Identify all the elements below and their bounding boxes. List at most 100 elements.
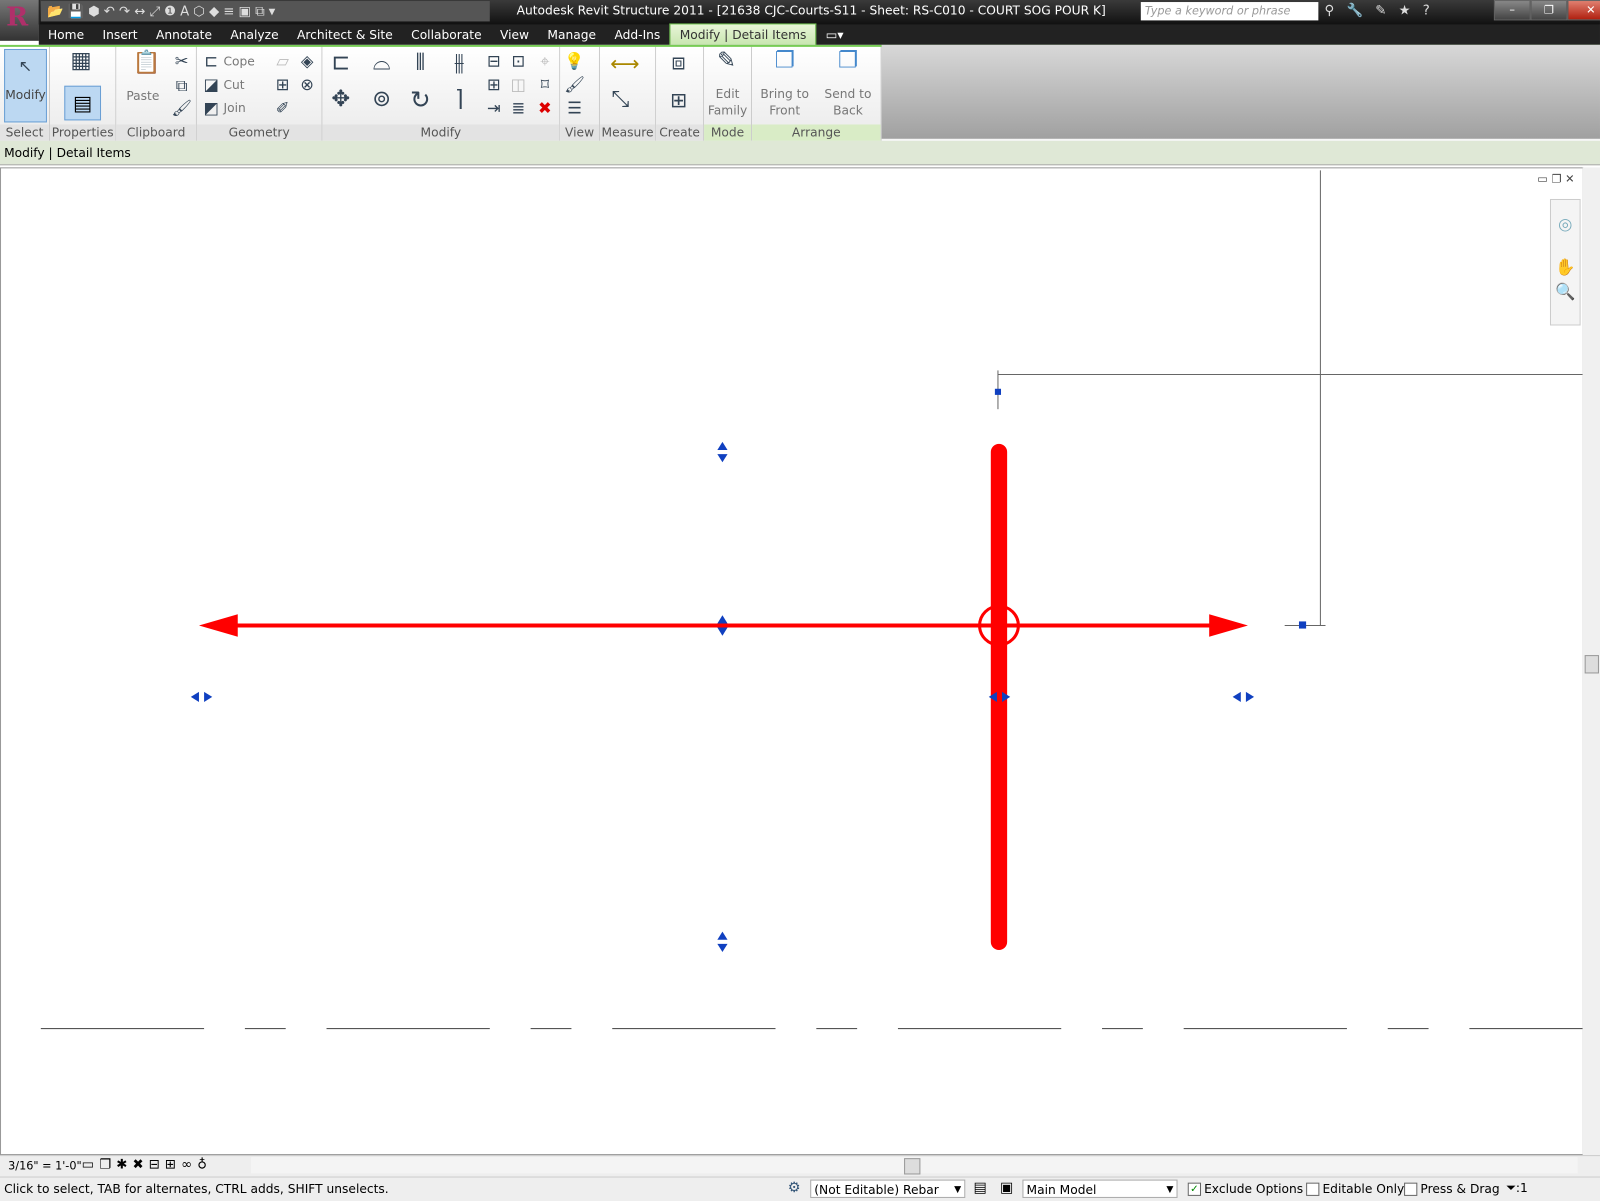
- scale-icon[interactable]: ◫: [508, 74, 528, 94]
- binoculars-icon[interactable]: ⚲: [1324, 3, 1334, 18]
- tab-manage[interactable]: Manage: [538, 24, 605, 44]
- workset-icon[interactable]: ⚙: [788, 1180, 801, 1196]
- favorites-icon[interactable]: ★: [1399, 3, 1411, 18]
- restore-button[interactable]: ❐: [1530, 0, 1568, 21]
- save-icon[interactable]: 💾: [68, 4, 85, 19]
- tab-collaborate[interactable]: Collaborate: [402, 24, 491, 44]
- split-gap-icon[interactable]: ⊡: [508, 51, 528, 71]
- horizontal-scrollbar[interactable]: [251, 1157, 1578, 1175]
- move-icon[interactable]: ✥: [331, 88, 351, 110]
- demolish-icon[interactable]: ⊗: [297, 74, 317, 94]
- text-icon[interactable]: A: [180, 4, 189, 19]
- redo-icon[interactable]: ↷: [119, 4, 130, 19]
- scroll-thumb[interactable]: [1584, 655, 1599, 674]
- modify-button[interactable]: ↖ Modify: [4, 48, 47, 123]
- worksets-icon[interactable]: ▤: [973, 1180, 987, 1196]
- switch-windows-icon[interactable]: ⧉: [255, 4, 264, 19]
- override-graphics-icon[interactable]: 🖌: [564, 74, 585, 94]
- measure-icon[interactable]: ↔: [134, 4, 145, 19]
- sync-icon[interactable]: ⬢: [88, 4, 100, 19]
- help-icon[interactable]: ?: [1423, 3, 1430, 18]
- trim-extend-icon[interactable]: ⌉: [449, 88, 469, 110]
- view-control-icons[interactable]: ▭❒✱✖⊟⊞∞♁: [82, 1157, 212, 1172]
- search-input[interactable]: Type a keyword or phrase: [1140, 2, 1319, 21]
- dimension-icon[interactable]: ⤢: [149, 4, 160, 19]
- create-similar-icon[interactable]: ⧈: [668, 52, 688, 74]
- exclude-options-checkbox[interactable]: ✓ Exclude Options: [1187, 1182, 1303, 1196]
- mirror-draw-axis-icon[interactable]: ⫵: [449, 52, 469, 74]
- split-icon[interactable]: ⊟: [484, 51, 504, 71]
- steering-wheel-icon[interactable]: ◎: [1555, 214, 1575, 234]
- minimize-button[interactable]: –: [1493, 0, 1531, 21]
- design-options-icon[interactable]: ▣: [1000, 1180, 1014, 1196]
- editable-only-checkbox[interactable]: Editable Only: [1306, 1182, 1404, 1196]
- align-icon[interactable]: ⊏: [331, 52, 351, 74]
- close-hidden-icon[interactable]: ▣: [238, 4, 251, 19]
- type-selector[interactable]: (Not Editable) Rebar ▼: [810, 1179, 966, 1198]
- tag-icon[interactable]: ❶: [164, 4, 176, 19]
- join-button[interactable]: Join: [223, 101, 245, 115]
- press-drag-checkbox[interactable]: Press & Drag: [1404, 1182, 1500, 1196]
- application-menu-button[interactable]: R: [0, 0, 40, 41]
- properties-icon[interactable]: ▤: [64, 85, 102, 121]
- split-face-icon[interactable]: ◈: [297, 51, 317, 71]
- thin-lines-icon[interactable]: ≡: [223, 4, 234, 19]
- cut-icon[interactable]: ✂: [171, 51, 191, 71]
- communication-icon[interactable]: ✎: [1375, 3, 1386, 18]
- send-to-back-button[interactable]: ❐ Send to Back: [817, 47, 878, 123]
- cope-button[interactable]: Cope: [223, 54, 254, 68]
- copy-icon[interactable]: ⧉: [171, 76, 191, 96]
- undo-icon[interactable]: ↶: [104, 4, 115, 19]
- type-properties-icon[interactable]: ▦: [70, 49, 91, 71]
- offset-icon[interactable]: ⌓: [371, 52, 391, 74]
- section-icon[interactable]: ◆: [209, 4, 219, 19]
- unpin-icon[interactable]: ⌖: [535, 51, 555, 71]
- scroll-thumb[interactable]: [904, 1158, 921, 1175]
- zoom-icon[interactable]: 🔍: [1555, 282, 1575, 302]
- edit-family-button[interactable]: ✎ Edit Family: [704, 47, 751, 123]
- drawing-canvas[interactable]: ▭ ❐ ✕ ◎ ✋ 🔍: [0, 167, 1584, 1156]
- rotate-icon[interactable]: ↻: [410, 88, 431, 112]
- design-option-selector[interactable]: Main Model ▼: [1022, 1179, 1178, 1198]
- grip-square: [994, 388, 1002, 395]
- copy-element-icon[interactable]: ⊚: [371, 88, 391, 110]
- close-button[interactable]: ✕: [1567, 0, 1600, 21]
- paint-icon[interactable]: ✐: [272, 98, 292, 118]
- 3d-view-icon[interactable]: ⬡: [193, 4, 205, 19]
- trim-multiple-icon[interactable]: ≣: [508, 98, 528, 118]
- view-window-controls[interactable]: ▭ ❐ ✕: [1537, 172, 1574, 185]
- paste-icon[interactable]: 📋: [133, 52, 161, 74]
- paste-button[interactable]: Paste: [122, 88, 163, 104]
- match-properties-icon[interactable]: 🖌: [171, 98, 192, 118]
- linework-icon[interactable]: ☰: [564, 98, 584, 118]
- tab-insert[interactable]: Insert: [93, 24, 146, 44]
- delete-icon[interactable]: ✖: [535, 98, 555, 118]
- wall-joins-icon[interactable]: ▱: [272, 51, 292, 71]
- filter-button[interactable]: ⏷:1: [1506, 1181, 1528, 1196]
- array-icon[interactable]: ⊞: [484, 74, 504, 94]
- beam-join-icon[interactable]: ⊞: [272, 74, 292, 94]
- customize-icon[interactable]: ▾: [269, 4, 276, 19]
- tab-add-ins[interactable]: Add-Ins: [605, 24, 669, 44]
- view-scale[interactable]: 3/16" = 1'-0": [8, 1159, 82, 1172]
- ribbon-minimize-icon[interactable]: ▭▾: [817, 24, 853, 44]
- vertical-scrollbar[interactable]: [1582, 167, 1600, 1156]
- tab-home[interactable]: Home: [39, 24, 94, 44]
- tab-architect-site[interactable]: Architect & Site: [288, 24, 402, 44]
- pan-icon[interactable]: ✋: [1555, 257, 1575, 277]
- tab-annotate[interactable]: Annotate: [147, 24, 221, 44]
- mirror-pick-axis-icon[interactable]: ⫴: [410, 52, 430, 74]
- bring-to-front-button[interactable]: ❐ Bring to Front: [754, 47, 815, 123]
- aligned-dimension-icon[interactable]: ⤡: [610, 88, 630, 110]
- cut-geometry-button[interactable]: Cut: [223, 78, 244, 92]
- create-group-icon[interactable]: ⊞: [668, 90, 688, 110]
- pin-icon[interactable]: ⌑: [535, 74, 555, 94]
- tab-analyze[interactable]: Analyze: [221, 24, 288, 44]
- tab-modify-detail-items[interactable]: Modify | Detail Items: [669, 23, 817, 45]
- measure-between-icon[interactable]: ⟷: [610, 53, 639, 73]
- subscription-icon[interactable]: 🔧: [1346, 3, 1363, 18]
- hide-in-view-icon[interactable]: 💡: [564, 51, 584, 71]
- trim-single-icon[interactable]: ⇥: [484, 98, 504, 118]
- open-icon[interactable]: 📂: [47, 4, 64, 19]
- tab-view[interactable]: View: [491, 24, 538, 44]
